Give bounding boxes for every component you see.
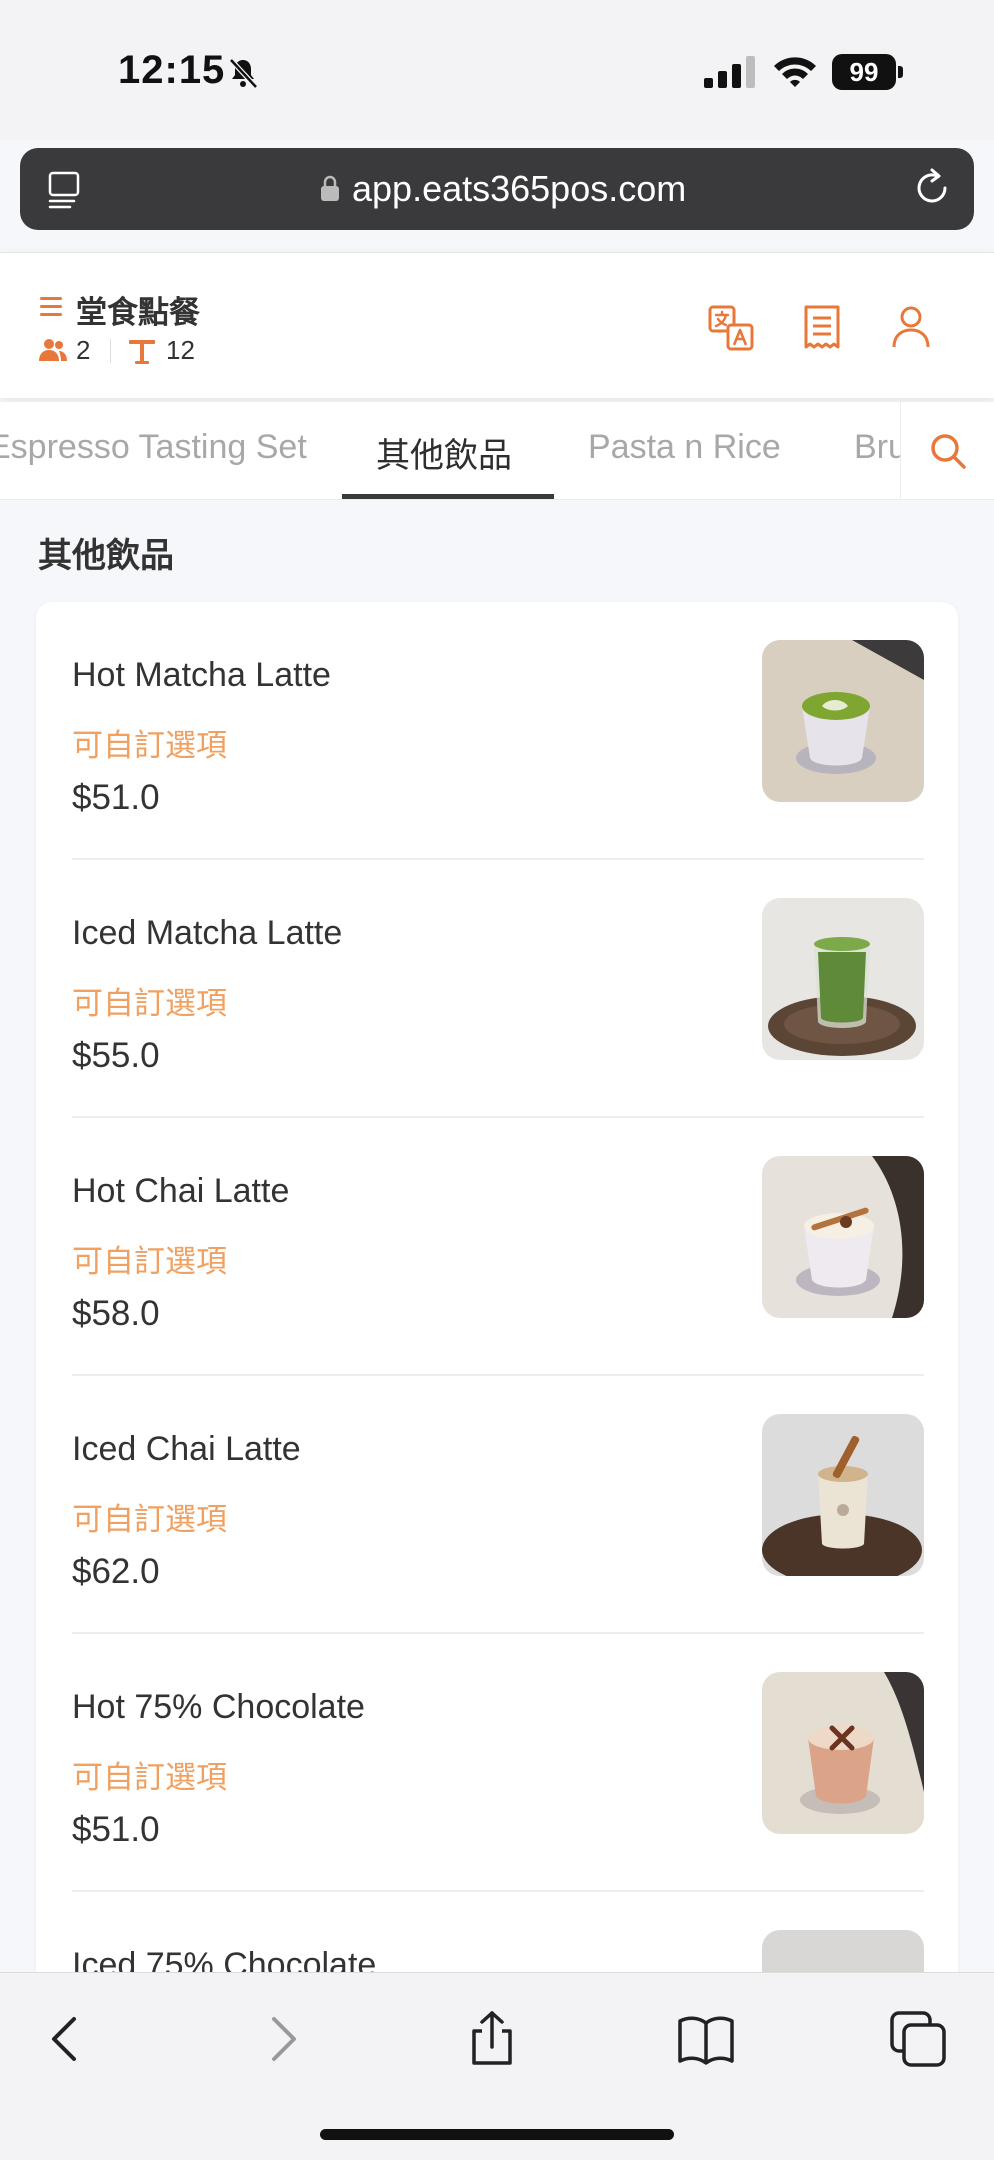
item-price: $62.0 [72,1552,160,1591]
item-photo [762,1672,924,1834]
item-options-label: 可自訂選項 [72,728,227,763]
browser-toolbar [0,1972,994,2160]
item-price: $55.0 [72,1036,160,1075]
item-photo [762,898,924,1060]
category-tabs: Espresso Tasting Set 其他飲品 Pasta n Rice B… [0,402,994,500]
signal-icon [704,56,755,88]
guests-icon [39,339,67,361]
battery-tip [898,66,903,78]
back-icon[interactable] [36,2009,96,2069]
user-icon[interactable] [890,305,932,349]
app-header: 堂食點餐 2 12 [0,252,994,398]
header-divider [110,339,111,363]
reload-icon[interactable] [912,168,952,208]
home-indicator [320,2129,674,2140]
item-options-label: 可自訂選項 [72,1244,227,1279]
bell-off-icon [229,58,258,89]
tab-other-drinks[interactable]: 其他飲品 [376,428,512,477]
item-name: Iced Chai Latte [72,1430,301,1468]
tab-pasta-n-rice[interactable]: Pasta n Rice [588,428,781,467]
item-options-label: 可自訂選項 [72,1502,227,1537]
item-options-label: 可自訂選項 [72,986,227,1021]
item-price: $58.0 [72,1294,160,1333]
tab-espresso-tasting-set[interactable]: Espresso Tasting Set [0,428,307,467]
active-tab-indicator [342,494,554,499]
item-name: Hot Matcha Latte [72,656,331,694]
menu-item[interactable]: Hot Matcha Latte 可自訂選項 $51.0 [36,602,958,860]
menu-item-list: Hot Matcha Latte 可自訂選項 $51.0 Iced Matcha… [36,602,958,2160]
section-title: 其他飲品 [38,537,174,575]
guests-count: 2 [76,335,91,365]
item-photo [762,640,924,802]
item-price: $51.0 [72,778,160,817]
item-photo [762,1156,924,1318]
item-options-label: 可自訂選項 [72,1760,227,1795]
forward-icon[interactable] [252,2009,312,2069]
bookmarks-icon[interactable] [676,2009,736,2069]
lock-icon [321,175,339,201]
battery-indicator: 99 [832,54,904,90]
menu-icon[interactable] [40,295,62,317]
menu-item[interactable]: Iced Matcha Latte 可自訂選項 $55.0 [36,860,958,1118]
tabs-icon[interactable] [888,2009,948,2069]
search-icon [931,434,966,469]
status-time: 12:15 [118,48,226,92]
battery-level: 99 [832,54,896,90]
wifi-icon [774,57,816,87]
url-text[interactable]: app.eats365pos.com [352,168,686,210]
share-icon[interactable] [462,2009,522,2069]
item-name: Hot Chai Latte [72,1172,290,1210]
reader-icon[interactable] [46,170,84,210]
menu-item[interactable]: Hot Chai Latte 可自訂選項 $58.0 [36,1118,958,1376]
search-button[interactable] [900,402,994,499]
table-icon [129,340,155,364]
status-bar: 12:15 99 [0,0,994,140]
translate-icon[interactable] [708,305,754,351]
menu-item[interactable]: Hot 75% Chocolate 可自訂選項 $51.0 [36,1634,958,1892]
item-name: Hot 75% Chocolate [72,1688,365,1726]
menu-item[interactable]: Iced Chai Latte 可自訂選項 $62.0 [36,1376,958,1634]
item-name: Iced Matcha Latte [72,914,343,952]
table-number: 12 [166,335,195,365]
receipt-icon[interactable] [802,305,842,351]
order-type-title[interactable]: 堂食點餐 [76,287,200,332]
address-bar[interactable]: app.eats365pos.com [20,148,974,230]
item-price: $51.0 [72,1810,160,1849]
item-photo [762,1414,924,1576]
